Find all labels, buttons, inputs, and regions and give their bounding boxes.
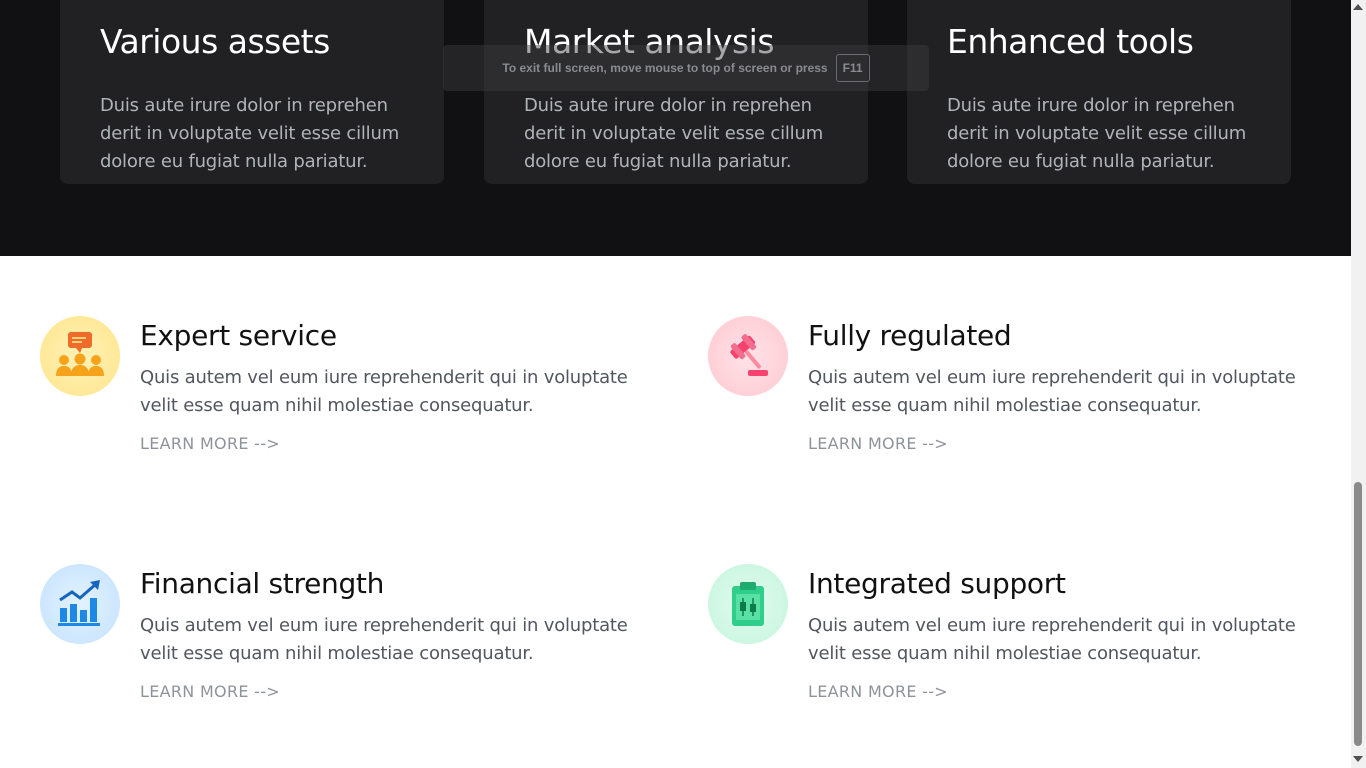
feature-integrated-support: Integrated support Quis autem vel eum iu… [708,564,1308,724]
card-various-assets: Various assets Duis aute irure dolor in … [60,0,444,184]
feature-text: Quis autem vel eum iure reprehenderit qu… [140,367,628,416]
card-text: Duis aute irure dolor in reprehen derit … [100,95,400,172]
feature-text: Quis autem vel eum iure reprehenderit qu… [808,367,1296,416]
scrollbar-thumb[interactable] [1354,482,1362,746]
card-text: Duis aute irure dolor in reprehen derit … [947,95,1247,172]
feature-expert-service: Expert service Quis autem vel eum iure r… [40,316,640,476]
bar-chart-growth-icon [40,564,120,644]
f11-key-badge: F11 [835,54,870,82]
dark-features-section: Various assets Duis aute irure dolor in … [0,0,1351,256]
feature-fully-regulated: Fully regulated Quis autem vel eum iure … [708,316,1308,476]
scroll-down-arrow-icon[interactable] [1353,756,1363,762]
card-title: Various assets [100,22,330,61]
card-market-analysis: Market analysis Duis aute irure dolor in… [484,0,868,184]
scroll-up-arrow-icon[interactable] [1353,4,1363,10]
learn-more-link[interactable]: LEARN MORE --> [808,682,948,701]
vertical-scrollbar[interactable] [1351,0,1366,768]
team-chat-icon [40,316,120,396]
clipboard-candlestick-icon [708,564,788,644]
card-title: Enhanced tools [947,22,1194,61]
feature-text: Quis autem vel eum iure reprehenderit qu… [140,615,628,664]
learn-more-link[interactable]: LEARN MORE --> [808,434,948,453]
card-enhanced-tools: Enhanced tools Duis aute irure dolor in … [907,0,1291,184]
feature-text: Quis autem vel eum iure reprehenderit qu… [808,615,1296,664]
feature-financial-strength: Financial strength Quis autem vel eum iu… [40,564,640,724]
card-text: Duis aute irure dolor in reprehen derit … [524,95,824,172]
fullscreen-exit-notice: To exit full screen, move mouse to top o… [443,45,929,91]
feature-title: Financial strength [140,567,385,600]
learn-more-link[interactable]: LEARN MORE --> [140,434,280,453]
feature-title: Fully regulated [808,319,1012,352]
fullscreen-notice-text: To exit full screen, move mouse to top o… [502,61,828,75]
feature-title: Expert service [140,319,337,352]
feature-title: Integrated support [808,567,1066,600]
learn-more-link[interactable]: LEARN MORE --> [140,682,280,701]
gavel-icon [708,316,788,396]
